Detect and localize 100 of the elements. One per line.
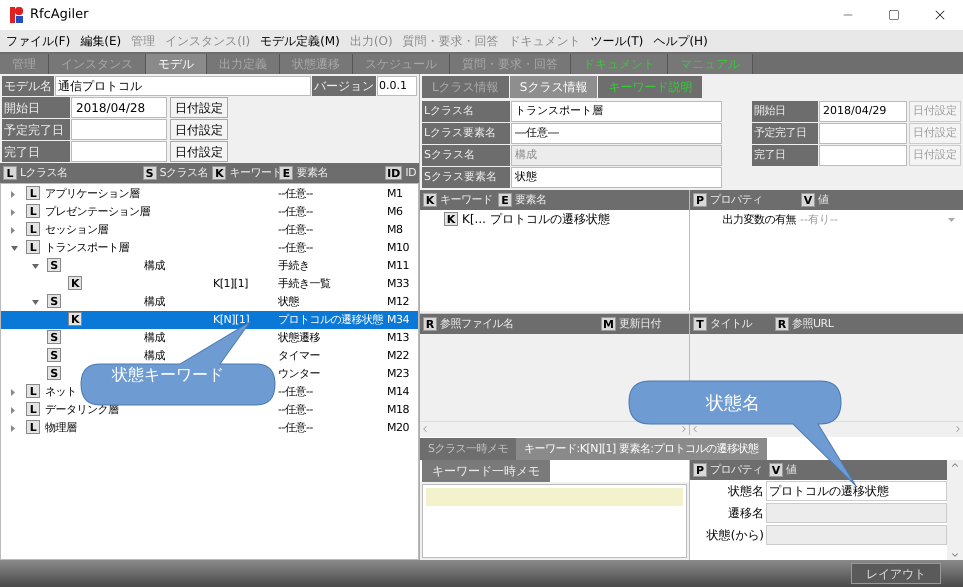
table-cell: --任意-- [278, 420, 313, 434]
property-name: 状態名 [727, 483, 765, 500]
table-cell: M18 [387, 402, 409, 416]
table-cell: --任意-- [278, 204, 313, 218]
column-header: プロパティ [710, 192, 762, 208]
table-cell: K[1][1] [213, 276, 248, 290]
column-header: 参照URL [792, 316, 834, 332]
column-header: 値 [818, 192, 828, 208]
field-label: 開始日 [752, 101, 818, 122]
tree-item-label: トランスポート層 [45, 240, 129, 256]
field-label: Sクラス名 [422, 145, 510, 166]
badge-icon: ID [385, 166, 402, 180]
table-cell: 構成 [144, 294, 165, 308]
field-label: 完了日 [752, 145, 818, 166]
table-cell: 構成 [144, 348, 165, 362]
table-cell: --任意-- [278, 402, 313, 416]
badge-icon: S [142, 166, 157, 180]
table-cell: 手続き一覧 [278, 276, 330, 290]
table-cell: --任意-- [278, 384, 313, 398]
badge-icon: L [26, 402, 40, 416]
column-header: 更新日付 [618, 316, 661, 332]
badge-icon: S [47, 348, 61, 362]
property-name: 遷移名 [727, 505, 765, 522]
badge-icon: S [47, 366, 61, 380]
table-cell: --任意-- [278, 186, 313, 200]
column-header: プロパティ [710, 462, 762, 478]
column-header: 要素名 [515, 192, 546, 208]
column-header: Sクラス名 [160, 164, 208, 181]
table-cell: --任意-- [278, 240, 313, 254]
badge-icon: T [693, 317, 707, 331]
field-label: Lクラス要素名 [422, 123, 510, 144]
column-header: ID [405, 164, 416, 181]
field-label: 予定完了日 [2, 119, 70, 140]
tree-item-label: アプリケーション層 [45, 186, 140, 202]
field-label: Lクラス名 [422, 101, 510, 122]
table-cell: 構成 [144, 258, 165, 272]
badge-icon: S [47, 258, 61, 272]
table-cell: M13 [387, 330, 409, 344]
table-cell: M12 [387, 294, 409, 308]
callout-text: 状態名 [706, 392, 760, 416]
column-header: 要素名 [296, 164, 328, 181]
field-label: 完了日 [2, 141, 70, 162]
table-cell: M20 [387, 420, 409, 434]
table-cell: M10 [387, 240, 409, 254]
table-cell: プロトコルの遷移状態 [278, 312, 383, 326]
table-cell-text: K[... [462, 211, 486, 228]
badge-icon: P [693, 193, 707, 207]
field-label: 予定完了日 [752, 123, 818, 144]
badge-icon: S [47, 294, 61, 308]
table-cell: 構成 [144, 330, 165, 344]
table-cell: M8 [387, 222, 402, 236]
badge-icon: L [26, 204, 40, 218]
table-cell: 状態 [278, 294, 299, 308]
table-cell: M6 [387, 204, 402, 218]
table-cell: ウンター [278, 366, 320, 380]
badge-icon: L [26, 384, 40, 398]
table-cell: K[N][1] [213, 312, 250, 326]
tree-item-label: ネット [45, 384, 76, 400]
column-header: キーワード [440, 192, 492, 208]
tree-item-label: 物理層 [45, 420, 76, 436]
badge-icon: R [423, 317, 437, 331]
window-title: RfcAgiler [30, 6, 88, 24]
badge-icon: K [68, 276, 82, 290]
table-cell: タイマー [278, 348, 320, 362]
badge-icon: L [26, 186, 40, 200]
field-label: バージョン [312, 76, 376, 96]
table-cell-text: プロトコルの遷移状態 [490, 211, 610, 228]
column-header: Lクラス名 [20, 164, 68, 181]
badge-icon: K [68, 312, 82, 326]
table-cell: M34 [387, 312, 409, 326]
field-label: モデル名 [2, 76, 54, 96]
table-cell: M22 [387, 348, 409, 362]
column-header: 参照ファイル名 [440, 316, 514, 332]
tree-item-label: セッション層 [45, 222, 108, 238]
table-cell: M1 [387, 186, 402, 200]
field-label: Sクラス要素名 [422, 167, 510, 188]
badge-icon: M [601, 317, 616, 331]
callout-text: 状態キーワード [112, 366, 224, 383]
table-cell: M14 [387, 384, 409, 398]
column-header: 値 [786, 462, 796, 478]
badge-icon: L [26, 222, 40, 236]
badge-icon: E [498, 193, 512, 207]
badge-icon: K [212, 166, 226, 180]
column-header: タイトル [710, 316, 752, 332]
badge-icon: R [775, 317, 789, 331]
badge-icon: S [47, 330, 61, 344]
badge-icon: L [26, 240, 40, 254]
field-label: 開始日 [2, 97, 70, 118]
table-cell: M23 [387, 366, 409, 380]
badge-icon: K [444, 212, 458, 226]
property-name: 状態(から) [706, 527, 765, 544]
badge-icon: P [693, 463, 707, 477]
badge-icon: L [3, 166, 17, 180]
table-cell: 状態遷移 [278, 330, 320, 344]
table-cell: --任意-- [278, 222, 313, 236]
tree-item-label: プレゼンテーション層 [45, 204, 150, 220]
table-cell: M11 [387, 258, 409, 272]
badge-icon: L [26, 420, 40, 434]
badge-icon: V [769, 463, 783, 477]
badge-icon: E [279, 166, 294, 180]
